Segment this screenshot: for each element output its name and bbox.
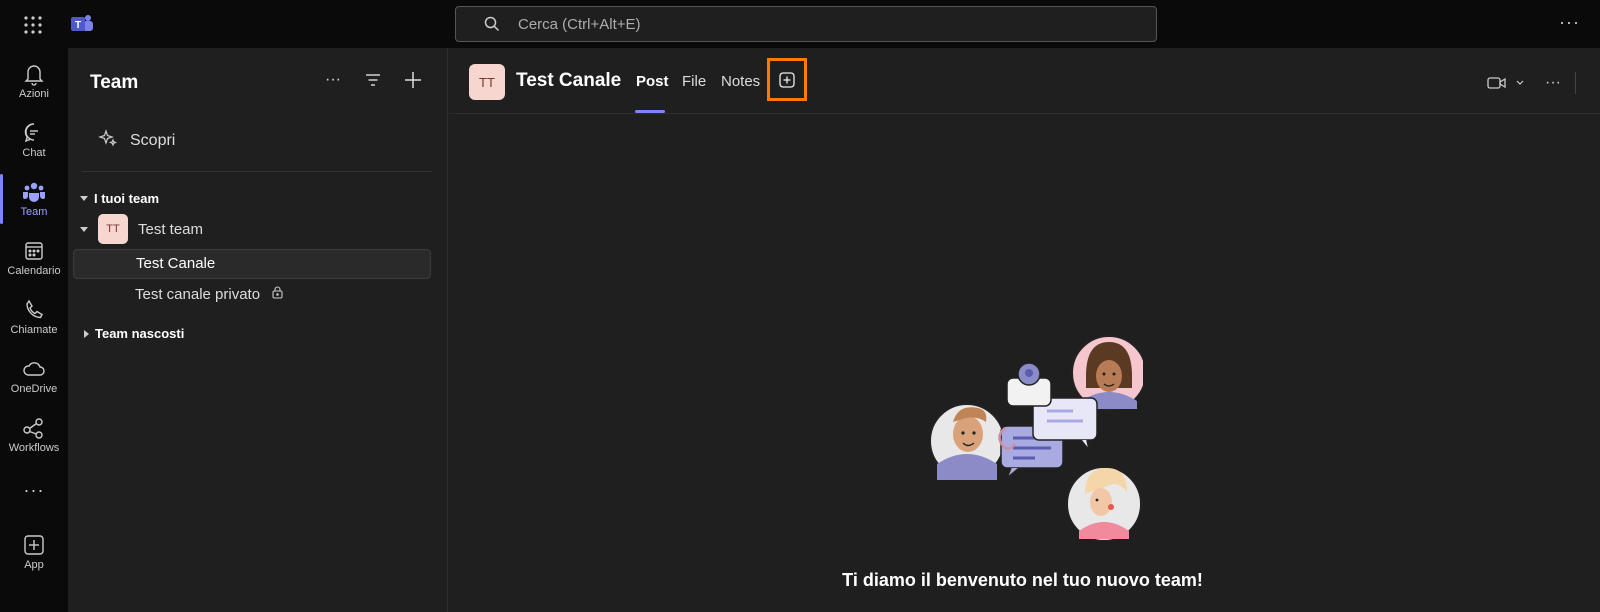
rail-label: Workflows xyxy=(8,442,60,454)
team-item[interactable]: TT Test team xyxy=(80,214,203,244)
hidden-teams-section[interactable]: Team nascosti xyxy=(84,326,184,341)
welcome-text: Ti diamo il benvenuto nel tuo nuovo team… xyxy=(842,570,1203,590)
rail-item-chat[interactable]: Chat xyxy=(0,111,68,169)
team-name: Test team xyxy=(138,220,204,238)
search-input[interactable] xyxy=(518,7,1118,41)
tab-post[interactable]: Post xyxy=(636,73,669,90)
channel-main: TT Test Canale Post File Notes ··· Ti di… xyxy=(449,48,1600,612)
rail-label: Chat xyxy=(22,147,46,159)
filter-icon[interactable] xyxy=(363,70,383,90)
meet-now-button[interactable] xyxy=(1487,75,1525,91)
tab-notes[interactable]: Notes xyxy=(721,73,760,90)
search-box[interactable] xyxy=(455,6,1157,42)
section-label: Team nascosti xyxy=(95,326,185,341)
channel-name: Test canale privato xyxy=(135,286,261,303)
add-tab-icon xyxy=(779,71,795,88)
rail-item-chiamate[interactable]: Chiamate xyxy=(0,288,68,346)
rail-label: App xyxy=(24,559,44,571)
panel-title: Team xyxy=(90,72,139,93)
your-teams-section[interactable]: I tuoi team xyxy=(80,191,159,206)
phone-icon xyxy=(26,299,43,319)
tab-file[interactable]: File xyxy=(682,73,706,90)
add-icon[interactable] xyxy=(403,70,423,90)
rail-item-calendario[interactable]: Calendario xyxy=(0,229,68,287)
rail-label: OneDrive xyxy=(10,383,58,395)
chevron-right-icon xyxy=(84,329,89,338)
chevron-down-icon xyxy=(80,226,88,232)
team-icon xyxy=(23,182,45,202)
rail-label: Calendario xyxy=(7,265,61,277)
calendar-icon xyxy=(25,242,43,260)
panel-actions: ··· xyxy=(323,70,423,90)
welcome-illustration xyxy=(929,335,1143,541)
teams-logo-icon: T xyxy=(70,12,94,36)
active-tab-indicator xyxy=(635,110,665,113)
rail-item-onedrive[interactable]: OneDrive xyxy=(0,347,68,405)
search-icon xyxy=(484,16,500,37)
team-avatar: TT xyxy=(98,214,128,244)
discover-label: Scopri xyxy=(130,131,176,149)
more-options-icon[interactable]: ··· xyxy=(1545,74,1561,92)
channel-name: Test Canale xyxy=(136,255,216,272)
more-apps-icon: ··· xyxy=(23,480,45,500)
divider xyxy=(82,171,432,172)
bell-icon xyxy=(24,65,44,86)
header-actions: ··· xyxy=(1487,72,1576,94)
video-camera-icon xyxy=(1487,77,1506,89)
rail-item-app[interactable]: App xyxy=(0,523,68,581)
rail-item-team[interactable]: Team xyxy=(0,170,68,228)
chevron-down-icon xyxy=(80,196,88,201)
app-launcher-icon[interactable] xyxy=(22,14,44,36)
rail-label: Azioni xyxy=(19,88,49,100)
channel-title: Test Canale xyxy=(516,70,622,91)
more-options-icon[interactable]: ··· xyxy=(1559,12,1580,33)
rail-more-apps[interactable]: ··· xyxy=(0,476,68,506)
discover-button[interactable]: Scopri xyxy=(98,128,175,153)
svg-text:T: T xyxy=(75,20,81,31)
channel-item-test-canale-privato[interactable]: Test canale privato xyxy=(73,280,431,310)
channel-header: TT Test Canale Post File Notes ··· xyxy=(449,48,1600,114)
more-options-icon[interactable]: ··· xyxy=(323,70,343,90)
sparkle-icon xyxy=(98,128,118,153)
rail-item-workflows[interactable]: Workflows xyxy=(0,406,68,464)
app-rail: Azioni Chat Team Calendario Chiamate One… xyxy=(0,48,68,612)
chevron-down-icon xyxy=(1516,80,1524,85)
section-label: I tuoi team xyxy=(94,191,160,206)
welcome-heading: Ti diamo il benvenuto nel tuo nuovo team… xyxy=(449,570,1600,591)
divider xyxy=(1575,72,1576,94)
rail-label: Chiamate xyxy=(10,324,58,336)
channel-avatar: TT xyxy=(469,64,505,100)
cloud-icon xyxy=(23,362,45,376)
rail-item-azioni[interactable]: Azioni xyxy=(0,52,68,110)
lock-icon xyxy=(272,280,283,310)
workflows-icon xyxy=(23,418,43,439)
teams-panel: Team ··· Scopri I tuoi team TT Test team… xyxy=(68,48,448,612)
add-tab-button[interactable] xyxy=(767,58,807,101)
chat-icon xyxy=(24,123,38,143)
rail-label: Team xyxy=(20,206,48,218)
channel-item-test-canale[interactable]: Test Canale xyxy=(73,249,431,279)
top-bar: T ··· xyxy=(0,0,1600,48)
add-app-icon xyxy=(24,535,44,555)
